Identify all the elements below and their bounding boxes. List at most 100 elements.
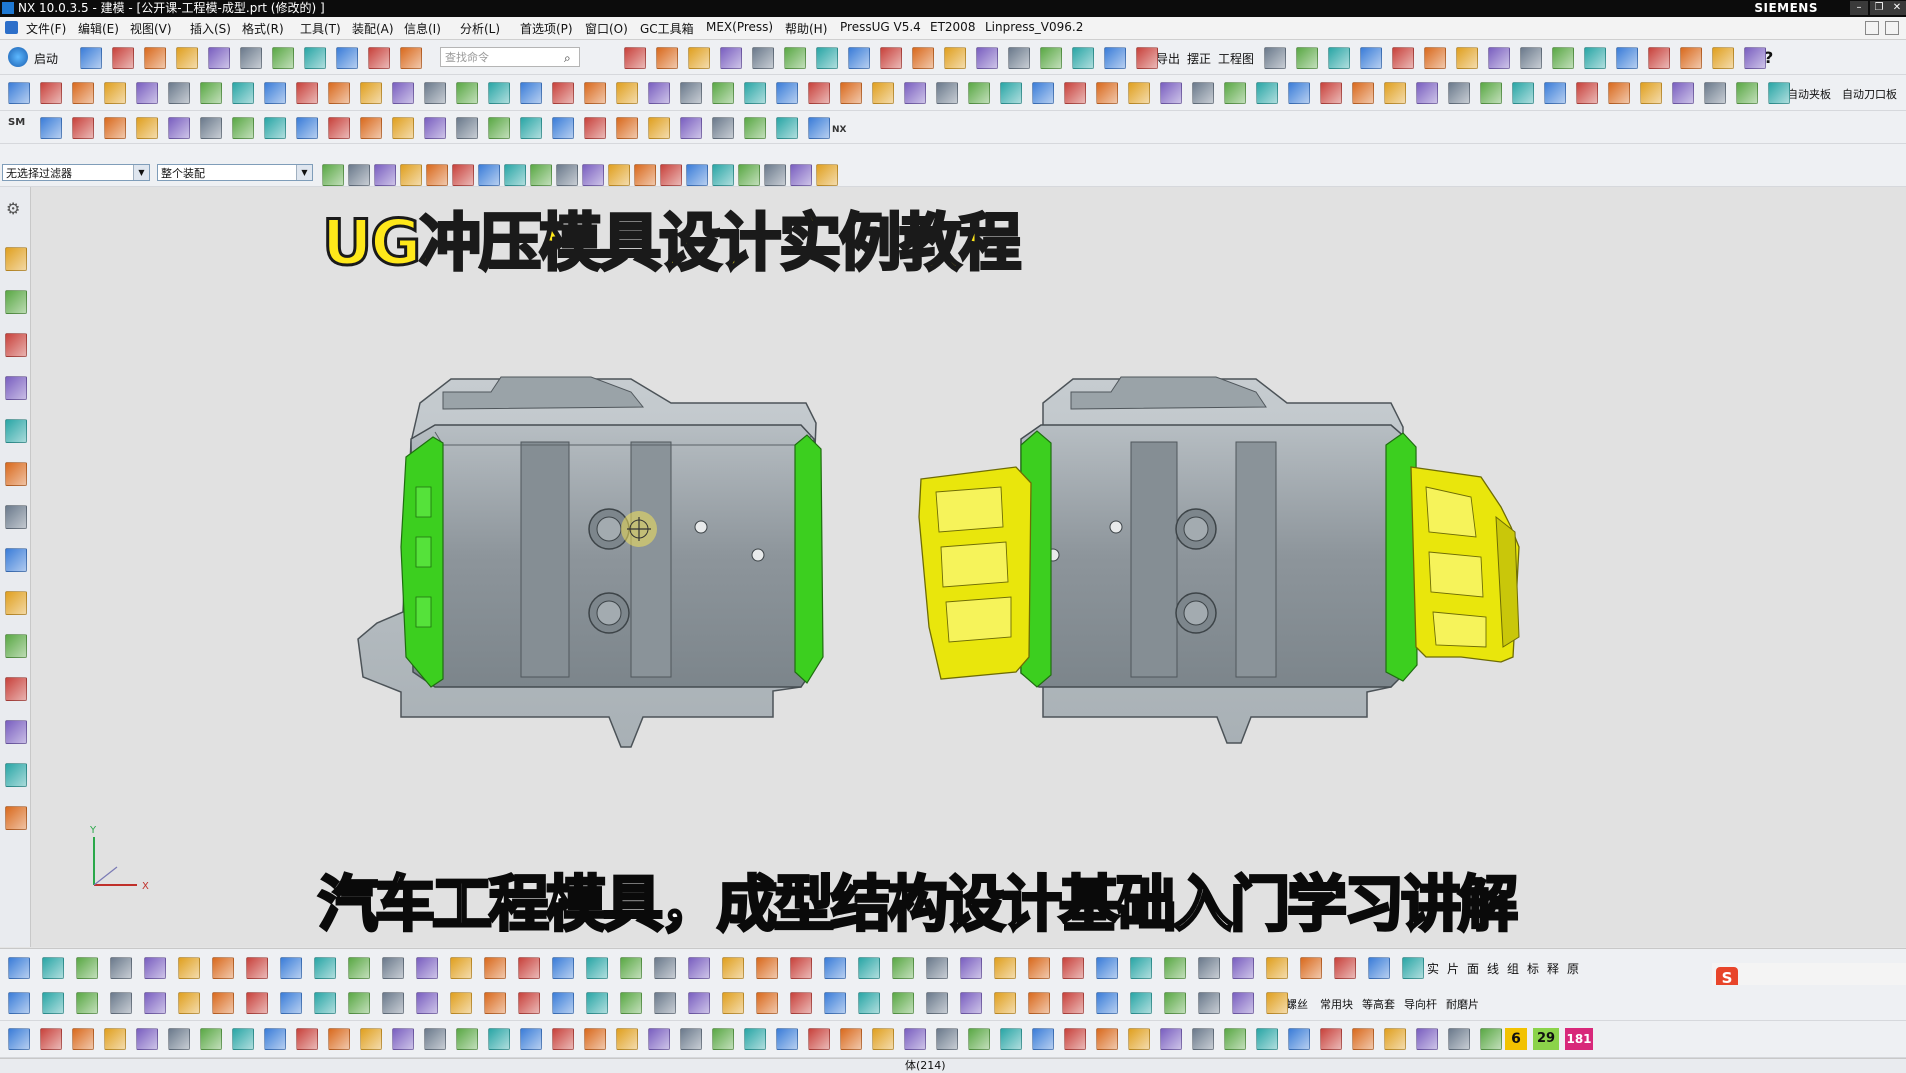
toolbar-tool-icon[interactable] [1576, 82, 1598, 104]
menu-app-icon[interactable] [5, 21, 18, 34]
toolbar-tool-icon[interactable] [1552, 47, 1574, 69]
toolbar-tool-icon[interactable] [654, 957, 676, 979]
menu-linpress[interactable]: Linpress_V096.2 [985, 20, 1083, 34]
toolbar-tool-icon[interactable] [1360, 47, 1382, 69]
gear-icon[interactable]: ⚙ [6, 199, 20, 218]
toolbar-tool-icon[interactable] [720, 47, 742, 69]
toolbar-tool-icon[interactable] [712, 82, 734, 104]
toolbar-tool-icon[interactable] [360, 1028, 382, 1050]
toolbar-tool-icon[interactable] [456, 1028, 478, 1050]
toolbar-tool-icon[interactable] [1032, 82, 1054, 104]
toolbar-tool-icon[interactable] [552, 1028, 574, 1050]
btn-wear-plate[interactable]: 耐磨片 [1446, 996, 1479, 1012]
toolbar-tool-icon[interactable] [280, 992, 302, 1014]
export-button[interactable]: 导出 [1156, 50, 1180, 67]
toolbar-tool-icon[interactable] [1164, 992, 1186, 1014]
toolbar-tool-icon[interactable] [776, 117, 798, 139]
resource-bar-icon[interactable] [5, 806, 27, 830]
drawing-button[interactable]: 工程图 [1218, 50, 1254, 67]
toolbar-tool-icon[interactable] [1288, 82, 1310, 104]
toolbar-tool-icon[interactable] [1416, 82, 1438, 104]
toolbar-tool-icon[interactable] [348, 992, 370, 1014]
toolbar-tool-icon[interactable] [680, 117, 702, 139]
toolbar-tool-icon[interactable] [1704, 82, 1726, 104]
toolbar-tool-icon[interactable] [756, 992, 778, 1014]
toolbar-tool-icon[interactable] [1616, 47, 1638, 69]
resource-bar-icon[interactable] [5, 591, 27, 615]
toolbar-tool-icon[interactable] [1000, 82, 1022, 104]
toolbar-tool-icon[interactable] [926, 957, 948, 979]
toolbar-tool-icon[interactable] [1192, 82, 1214, 104]
toolbar-tool-icon[interactable] [784, 47, 806, 69]
toolbar-tool-icon[interactable] [382, 957, 404, 979]
toolbar-tool-icon[interactable] [400, 47, 422, 69]
toolbar-tool-icon[interactable] [246, 992, 268, 1014]
toolbar-tool-icon[interactable] [1160, 1028, 1182, 1050]
toolbar-tool-icon[interactable] [504, 164, 526, 186]
toolbar-tool-icon[interactable] [488, 82, 510, 104]
toolbar-tool-icon[interactable] [586, 992, 608, 1014]
menu-et2008[interactable]: ET2008 [930, 20, 975, 34]
toolbar-tool-icon[interactable] [72, 82, 94, 104]
auto-cutter-plate-button[interactable]: 自动刀口板 [1842, 86, 1897, 102]
toolbar-tool-icon[interactable] [8, 82, 30, 104]
toolbar-tool-icon[interactable] [382, 992, 404, 1014]
resource-bar-icon[interactable] [5, 548, 27, 572]
btn-line[interactable]: 线 [1487, 960, 1499, 977]
toolbar-tool-icon[interactable] [1128, 1028, 1150, 1050]
btn-common-block[interactable]: 常用块 [1320, 996, 1353, 1012]
toolbar-tool-icon[interactable] [212, 992, 234, 1014]
find-command-search[interactable]: 查找命令 [440, 47, 580, 67]
toolbar-tool-icon[interactable] [328, 82, 350, 104]
toolbar-tool-icon[interactable] [322, 164, 344, 186]
toolbar-tool-icon[interactable] [1416, 1028, 1438, 1050]
menu-preferences[interactable]: 首选项(P) [520, 20, 573, 37]
toolbar-tool-icon[interactable] [744, 117, 766, 139]
toolbar-tool-icon[interactable] [1062, 957, 1084, 979]
toolbar-tool-icon[interactable] [1130, 957, 1152, 979]
toolbar-tool-icon[interactable] [1584, 47, 1606, 69]
toolbar-tool-icon[interactable] [42, 957, 64, 979]
resource-bar-icon[interactable] [5, 763, 27, 787]
resource-bar-icon[interactable] [5, 290, 27, 314]
toolbar-tool-icon[interactable] [1448, 82, 1470, 104]
toolbar-tool-icon[interactable] [400, 164, 422, 186]
toolbar-tool-icon[interactable] [1008, 47, 1030, 69]
toolbar-tool-icon[interactable] [280, 957, 302, 979]
toolbar-tool-icon[interactable] [336, 47, 358, 69]
toolbar-tool-icon[interactable] [756, 957, 778, 979]
toolbar-tool-icon[interactable] [456, 117, 478, 139]
toolbar-tool-icon[interactable] [178, 992, 200, 1014]
toolbar-tool-icon[interactable] [1192, 1028, 1214, 1050]
resource-bar-icon[interactable] [5, 419, 27, 443]
restore-inner-button[interactable] [1865, 21, 1879, 35]
toolbar-tool-icon[interactable] [1256, 82, 1278, 104]
toolbar-tool-icon[interactable] [620, 992, 642, 1014]
toolbar-tool-icon[interactable] [1104, 47, 1126, 69]
btn-screw[interactable]: 螺丝 [1286, 996, 1308, 1012]
toolbar-tool-icon[interactable] [76, 957, 98, 979]
toolbar-tool-icon[interactable] [712, 117, 734, 139]
btn-sheet[interactable]: 片 [1447, 960, 1459, 977]
toolbar-tool-icon[interactable] [840, 82, 862, 104]
toolbar-tool-icon[interactable] [656, 47, 678, 69]
toolbar-tool-icon[interactable] [328, 1028, 350, 1050]
resource-bar-icon[interactable] [5, 677, 27, 701]
toolbar-tool-icon[interactable] [520, 1028, 542, 1050]
toolbar-tool-icon[interactable] [688, 957, 710, 979]
toolbar-tool-icon[interactable] [1096, 82, 1118, 104]
badge-6[interactable]: 6 [1505, 1028, 1527, 1050]
resource-bar-icon[interactable] [5, 634, 27, 658]
toolbar-tool-icon[interactable] [424, 1028, 446, 1050]
toolbar-tool-icon[interactable] [392, 82, 414, 104]
toolbar-tool-icon[interactable] [1402, 957, 1424, 979]
toolbar-tool-icon[interactable] [348, 164, 370, 186]
align-button[interactable]: 摆正 [1187, 50, 1211, 67]
toolbar-tool-icon[interactable] [960, 992, 982, 1014]
toolbar-tool-icon[interactable] [456, 82, 478, 104]
badge-29[interactable]: 29 [1533, 1028, 1559, 1050]
toolbar-tool-icon[interactable] [1224, 82, 1246, 104]
toolbar-tool-icon[interactable] [584, 1028, 606, 1050]
toolbar-tool-icon[interactable] [200, 82, 222, 104]
toolbar-tool-icon[interactable] [654, 992, 676, 1014]
